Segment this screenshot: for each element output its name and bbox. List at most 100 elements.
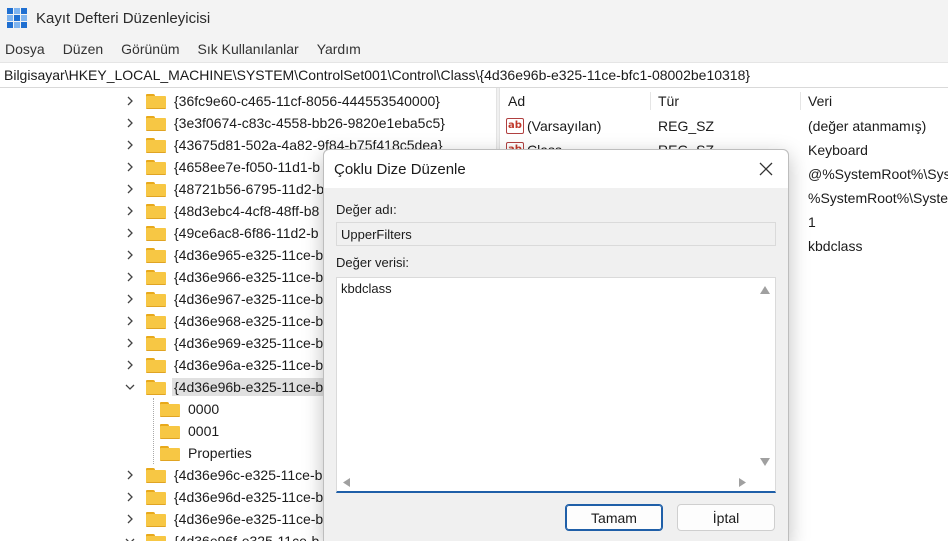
edit-multi-string-dialog: Çoklu Dize Düzenle Değer adı: UpperFilte… — [323, 149, 789, 541]
folder-icon — [146, 93, 166, 109]
chevron-right-icon[interactable] — [124, 249, 136, 261]
list-header: Ad Tür Veri — [500, 88, 948, 114]
chevron-right-icon[interactable] — [124, 183, 136, 195]
folder-icon — [146, 467, 166, 483]
registry-editor-icon — [7, 8, 27, 28]
menu-help[interactable]: Yardım — [312, 41, 370, 57]
chevron-right-icon[interactable] — [124, 205, 136, 217]
folder-icon — [146, 313, 166, 329]
value-data: kbdclass — [808, 238, 863, 254]
chevron-down-icon[interactable] — [124, 381, 136, 393]
tree-key-item[interactable]: {4d36e969-e325-11ce-b — [124, 332, 325, 354]
menu-view[interactable]: Görünüm — [116, 41, 188, 57]
value-data-text[interactable]: kbdclass — [341, 281, 392, 296]
tree-connector-line — [153, 398, 154, 464]
chevron-right-icon[interactable] — [124, 513, 136, 525]
tree-item-label: {4d36e968-e325-11ce-b — [174, 313, 324, 329]
value-data: @%SystemRoot%\Sys — [808, 166, 948, 182]
scroll-up-icon[interactable] — [760, 286, 770, 294]
address-bar[interactable]: Bilgisayar\HKEY_LOCAL_MACHINE\SYSTEM\Con… — [0, 62, 948, 88]
column-header-data[interactable]: Veri — [808, 93, 832, 109]
value-type: REG_SZ — [658, 118, 715, 134]
tree-key-item[interactable]: {4d36e96d-e325-11ce-b — [124, 486, 325, 508]
column-separator[interactable] — [800, 92, 801, 110]
tree-key-item[interactable]: {4d36e96e-e325-11ce-b — [124, 508, 325, 530]
horizontal-scrollbar[interactable] — [339, 475, 753, 489]
value-data-textarea[interactable]: kbdclass — [336, 277, 776, 493]
vertical-scrollbar[interactable] — [757, 280, 773, 472]
menu-edit[interactable]: Düzen — [58, 41, 112, 57]
tree-item-label: {4d36e965-e325-11ce-b — [174, 247, 324, 263]
tree-item-label: {48721b56-6795-11d2-b — [174, 181, 324, 197]
chevron-right-icon[interactable] — [124, 227, 136, 239]
window-title: Kayıt Defteri Düzenleyicisi — [36, 9, 211, 27]
scroll-right-icon[interactable] — [739, 478, 746, 487]
tree-key-item[interactable]: {48721b56-6795-11d2-b — [124, 178, 326, 200]
tree-subkey-item[interactable]: 0000 — [160, 398, 221, 420]
chevron-right-icon[interactable] — [124, 469, 136, 481]
chevron-right-icon[interactable] — [124, 293, 136, 305]
column-header-name[interactable]: Ad — [508, 93, 525, 109]
menu-favorites[interactable]: Sık Kullanılanlar — [193, 41, 308, 57]
folder-icon — [146, 181, 166, 197]
folder-icon — [160, 423, 180, 439]
value-data: (değer atanmamış) — [808, 118, 927, 134]
address-path[interactable]: Bilgisayar\HKEY_LOCAL_MACHINE\SYSTEM\Con… — [4, 67, 750, 83]
tree-key-item[interactable]: {36fc9e60-c465-11cf-8056-444553540000} — [124, 90, 442, 112]
ok-button[interactable]: Tamam — [565, 504, 663, 531]
column-header-type[interactable]: Tür — [658, 93, 679, 109]
value-name: (Varsayılan) — [527, 118, 602, 134]
folder-icon — [146, 247, 166, 263]
chevron-down-icon[interactable] — [124, 535, 136, 541]
tree-subkey-item[interactable]: Properties — [160, 442, 254, 464]
tree-item-label: {4d36e96f-e325-11ce-b — [174, 533, 320, 541]
cancel-button[interactable]: İptal — [677, 504, 775, 531]
dialog-title: Çoklu Dize Düzenle — [334, 161, 466, 178]
tree-item-label: {4658ee7e-f050-11d1-b — [174, 159, 321, 175]
chevron-right-icon[interactable] — [124, 95, 136, 107]
folder-icon — [146, 511, 166, 527]
tree-item-label: {4d36e967-e325-11ce-b — [174, 291, 324, 307]
value-name-field[interactable]: UpperFilters — [336, 222, 776, 246]
column-separator[interactable] — [650, 92, 651, 110]
folder-icon — [146, 291, 166, 307]
folder-icon — [146, 159, 166, 175]
tree-key-item[interactable]: {4d36e968-e325-11ce-b — [124, 310, 325, 332]
chevron-right-icon[interactable] — [124, 359, 136, 371]
tree-key-item[interactable]: {49ce6ac8-6f86-11d2-b — [124, 222, 321, 244]
chevron-right-icon[interactable] — [124, 117, 136, 129]
tree-key-item[interactable]: {4d36e967-e325-11ce-b — [124, 288, 325, 310]
chevron-right-icon[interactable] — [124, 337, 136, 349]
tree-item-label: Properties — [188, 445, 252, 461]
menu-file[interactable]: Dosya — [0, 41, 54, 57]
tree-key-item[interactable]: {4d36e966-e325-11ce-b — [124, 266, 325, 288]
folder-icon — [160, 401, 180, 417]
chevron-right-icon[interactable] — [124, 139, 136, 151]
folder-icon — [146, 269, 166, 285]
tree-key-item[interactable]: {48d3ebc4-4cf8-48ff-b8 — [124, 200, 321, 222]
chevron-right-icon[interactable] — [124, 161, 136, 173]
title-bar: Kayıt Defteri Düzenleyicisi — [0, 0, 948, 36]
dialog-title-bar: Çoklu Dize Düzenle — [324, 150, 788, 188]
close-button[interactable] — [744, 150, 788, 188]
scroll-left-icon[interactable] — [343, 478, 350, 487]
tree-key-item[interactable]: {4658ee7e-f050-11d1-b — [124, 156, 322, 178]
tree-key-item[interactable]: {4d36e96a-e325-11ce-b — [124, 354, 325, 376]
tree-key-item[interactable]: {4d36e96c-e325-11ce-b — [124, 464, 324, 486]
folder-icon — [146, 225, 166, 241]
tree-key-item[interactable]: {4d36e96f-e325-11ce-b — [124, 530, 321, 541]
tree-key-item[interactable]: {4d36e965-e325-11ce-b — [124, 244, 325, 266]
tree-item-label: {4d36e96a-e325-11ce-b — [174, 357, 324, 373]
tree-key-item[interactable]: {3e3f0674-c83c-4558-bb26-9820e1eba5c5} — [124, 112, 447, 134]
tree-subkey-item[interactable]: 0001 — [160, 420, 221, 442]
tree-item-label: 0001 — [188, 423, 220, 439]
scroll-down-icon[interactable] — [760, 458, 770, 466]
chevron-right-icon[interactable] — [124, 271, 136, 283]
value-data: Keyboard — [808, 142, 868, 158]
tree-key-item[interactable]: {4d36e96b-e325-11ce-b — [124, 376, 326, 398]
value-name-label: Değer adı: — [336, 202, 397, 217]
value-row[interactable]: ab (Varsayılan) REG_SZ (değer atanmamış) — [500, 115, 948, 139]
folder-icon — [146, 137, 166, 153]
chevron-right-icon[interactable] — [124, 491, 136, 503]
chevron-right-icon[interactable] — [124, 315, 136, 327]
